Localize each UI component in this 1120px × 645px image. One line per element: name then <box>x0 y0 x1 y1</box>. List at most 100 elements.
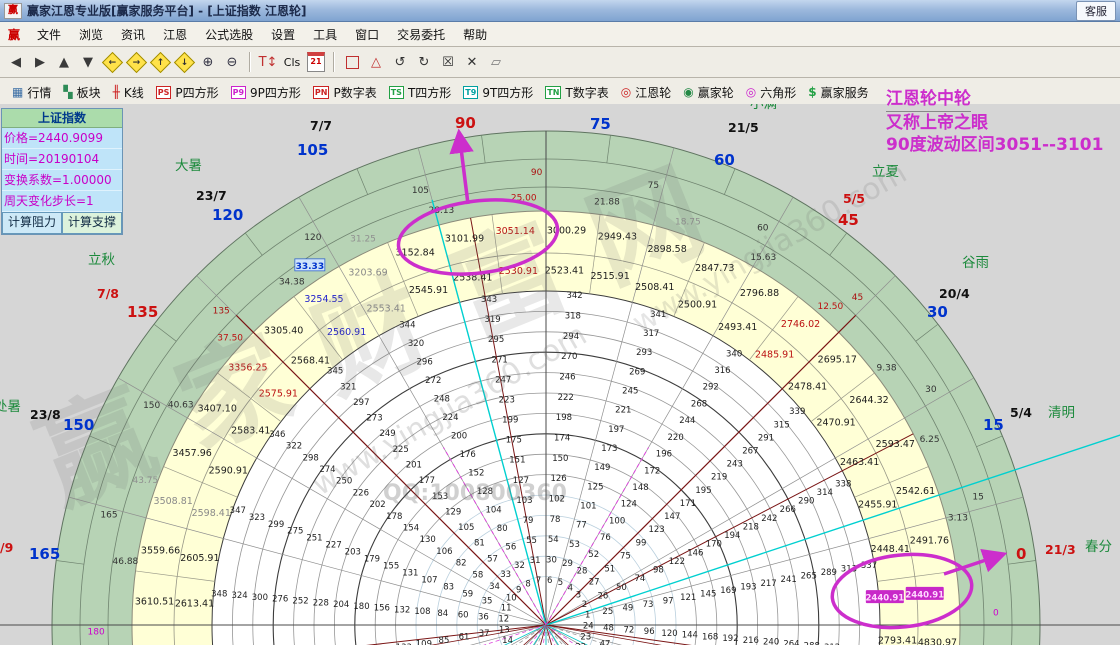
svg-text:120: 120 <box>661 629 677 639</box>
zoom-out-icon[interactable]: ⊖ <box>221 51 243 73</box>
svg-text:97: 97 <box>663 596 674 606</box>
app-icon: 赢 <box>4 3 22 19</box>
ribbon-p-table[interactable]: PNP数字表 <box>313 84 377 101</box>
svg-text:15: 15 <box>972 492 983 502</box>
svg-text:124: 124 <box>621 500 637 510</box>
price-label: 2644.32 <box>849 395 888 406</box>
ribbon-quotes[interactable]: ▦行情 <box>12 84 51 101</box>
svg-text:28: 28 <box>577 567 588 577</box>
ribbon-t-table[interactable]: TNT数字表 <box>545 84 609 101</box>
svg-text:81: 81 <box>474 539 485 549</box>
ribbon-9p-square[interactable]: P99P四方形 <box>231 84 301 101</box>
svg-text:198: 198 <box>556 413 572 423</box>
svg-text:315: 315 <box>774 420 790 430</box>
svg-text:252: 252 <box>292 597 308 607</box>
step-row: 周天变化步长=1 <box>2 191 122 212</box>
factor-row: 变换系数=1.00000 <box>2 170 122 191</box>
svg-text:30: 30 <box>925 385 937 395</box>
cls-button[interactable]: Cls <box>281 51 303 73</box>
diamond-left-icon[interactable]: ← <box>101 51 123 73</box>
svg-text:264: 264 <box>783 639 799 645</box>
svg-text:123: 123 <box>648 525 664 535</box>
toolbar-separator <box>249 52 251 72</box>
edge-label-60: 60 <box>714 151 735 169</box>
svg-text:105: 105 <box>458 523 474 533</box>
edge-label-55: 5/5 <box>843 191 865 206</box>
ribbon-p-square-label: P四方形 <box>175 84 218 101</box>
sort-icon[interactable]: T↕ <box>257 51 279 73</box>
price-label: 2493.41 <box>718 322 757 333</box>
gann-wheel-canvas[interactable]: 1234567891011121314222324252627282930313… <box>0 104 1120 645</box>
rotate-cw-icon[interactable]: ↻ <box>413 51 435 73</box>
svg-text:218: 218 <box>743 522 759 532</box>
customer-service-button[interactable]: 客服 <box>1076 1 1116 21</box>
svg-text:217: 217 <box>760 579 776 589</box>
svg-text:292: 292 <box>703 383 719 393</box>
diamond-up-icon[interactable]: ↑ <box>149 51 171 73</box>
nav-right-icon[interactable]: ▶ <box>29 51 51 73</box>
gann-wheel-chart[interactable]: 1234567891011121314222324252627282930313… <box>0 104 1120 645</box>
svg-text:34.38: 34.38 <box>279 277 305 287</box>
ribbon-gann-wheel-icon: ◎ <box>621 85 631 99</box>
calc-support-button[interactable]: 计算支撑 <box>62 212 122 234</box>
ribbon-hexagon[interactable]: ◎六角形 <box>746 84 797 101</box>
ribbon-winner-wheel[interactable]: ◉赢家轮 <box>683 84 734 101</box>
diamond-right-icon[interactable]: → <box>125 51 147 73</box>
menu-window[interactable]: 窗口 <box>346 24 388 45</box>
calendar-icon[interactable]: 21 <box>305 51 327 73</box>
calc-resistance-button[interactable]: 计算阻力 <box>2 212 62 234</box>
menu-browse[interactable]: 浏览 <box>70 24 112 45</box>
edge-label-: 小满 <box>750 104 777 112</box>
menu-formula[interactable]: 公式选股 <box>196 24 262 45</box>
edge-label-: 立秋 <box>88 252 115 268</box>
svg-text:30: 30 <box>546 555 557 565</box>
nav-left-icon[interactable]: ◀ <box>5 51 27 73</box>
svg-text:QQ:100800360: QQ:100800360 <box>383 481 567 506</box>
svg-text:45: 45 <box>852 293 863 303</box>
svg-text:32: 32 <box>514 561 525 571</box>
svg-text:152: 152 <box>468 469 484 479</box>
svg-text:180: 180 <box>88 627 105 637</box>
shrink-icon[interactable]: ✕ <box>461 51 483 73</box>
ribbon-service[interactable]: $赢家服务 <box>808 84 868 101</box>
box-x-icon[interactable]: ☒ <box>437 51 459 73</box>
menu-trade[interactable]: 交易委托 <box>388 24 454 45</box>
zoom-in-icon[interactable]: ⊕ <box>197 51 219 73</box>
svg-text:192: 192 <box>722 634 738 644</box>
svg-text:8: 8 <box>525 580 530 590</box>
menu-help[interactable]: 帮助 <box>454 24 496 45</box>
ribbon-kline[interactable]: ╫K线 <box>113 84 144 101</box>
edge-label-15: 15 <box>983 416 1004 434</box>
menu-tools[interactable]: 工具 <box>304 24 346 45</box>
svg-text:147: 147 <box>664 512 680 522</box>
ribbon-sectors-icon: ▚ <box>63 85 72 99</box>
ribbon-kline-label: K线 <box>124 84 144 101</box>
rotate-ccw-icon[interactable]: ↺ <box>389 51 411 73</box>
svg-text:178: 178 <box>386 512 402 522</box>
menu-bar: 赢 文件 浏览 资讯 江恩 公式选股 设置 工具 窗口 交易委托 帮助 <box>0 22 1120 47</box>
ribbon-gann-wheel[interactable]: ◎江恩轮 <box>621 84 672 101</box>
triangle-tool-icon[interactable]: △ <box>365 51 387 73</box>
edge-label-: 春分 <box>1085 539 1112 555</box>
edge-label-54: 5/4 <box>1010 405 1032 420</box>
svg-text:59: 59 <box>462 590 473 600</box>
edge-label-237: 23/7 <box>196 188 227 203</box>
nav-down-icon[interactable]: ▼ <box>77 51 99 73</box>
svg-text:104: 104 <box>485 506 501 516</box>
square-tool-icon[interactable] <box>341 51 363 73</box>
svg-text:132: 132 <box>394 605 410 615</box>
menu-gann[interactable]: 江恩 <box>154 24 196 45</box>
ribbon-9t-square[interactable]: T99T四方形 <box>463 84 533 101</box>
menu-news[interactable]: 资讯 <box>112 24 154 45</box>
ribbon-quotes-icon: ▦ <box>12 85 23 99</box>
ribbon-p-square[interactable]: PSP四方形 <box>156 84 219 101</box>
svg-text:169: 169 <box>720 586 736 596</box>
eraser-icon[interactable]: ▱ <box>485 51 507 73</box>
menu-file[interactable]: 文件 <box>28 24 70 45</box>
nav-up-icon[interactable]: ▲ <box>53 51 75 73</box>
diamond-down-icon[interactable]: ↓ <box>173 51 195 73</box>
menu-settings[interactable]: 设置 <box>262 24 304 45</box>
ribbon-t-square[interactable]: TST四方形 <box>389 84 452 101</box>
ribbon-sectors[interactable]: ▚板块 <box>63 84 100 101</box>
svg-text:288: 288 <box>804 641 820 645</box>
